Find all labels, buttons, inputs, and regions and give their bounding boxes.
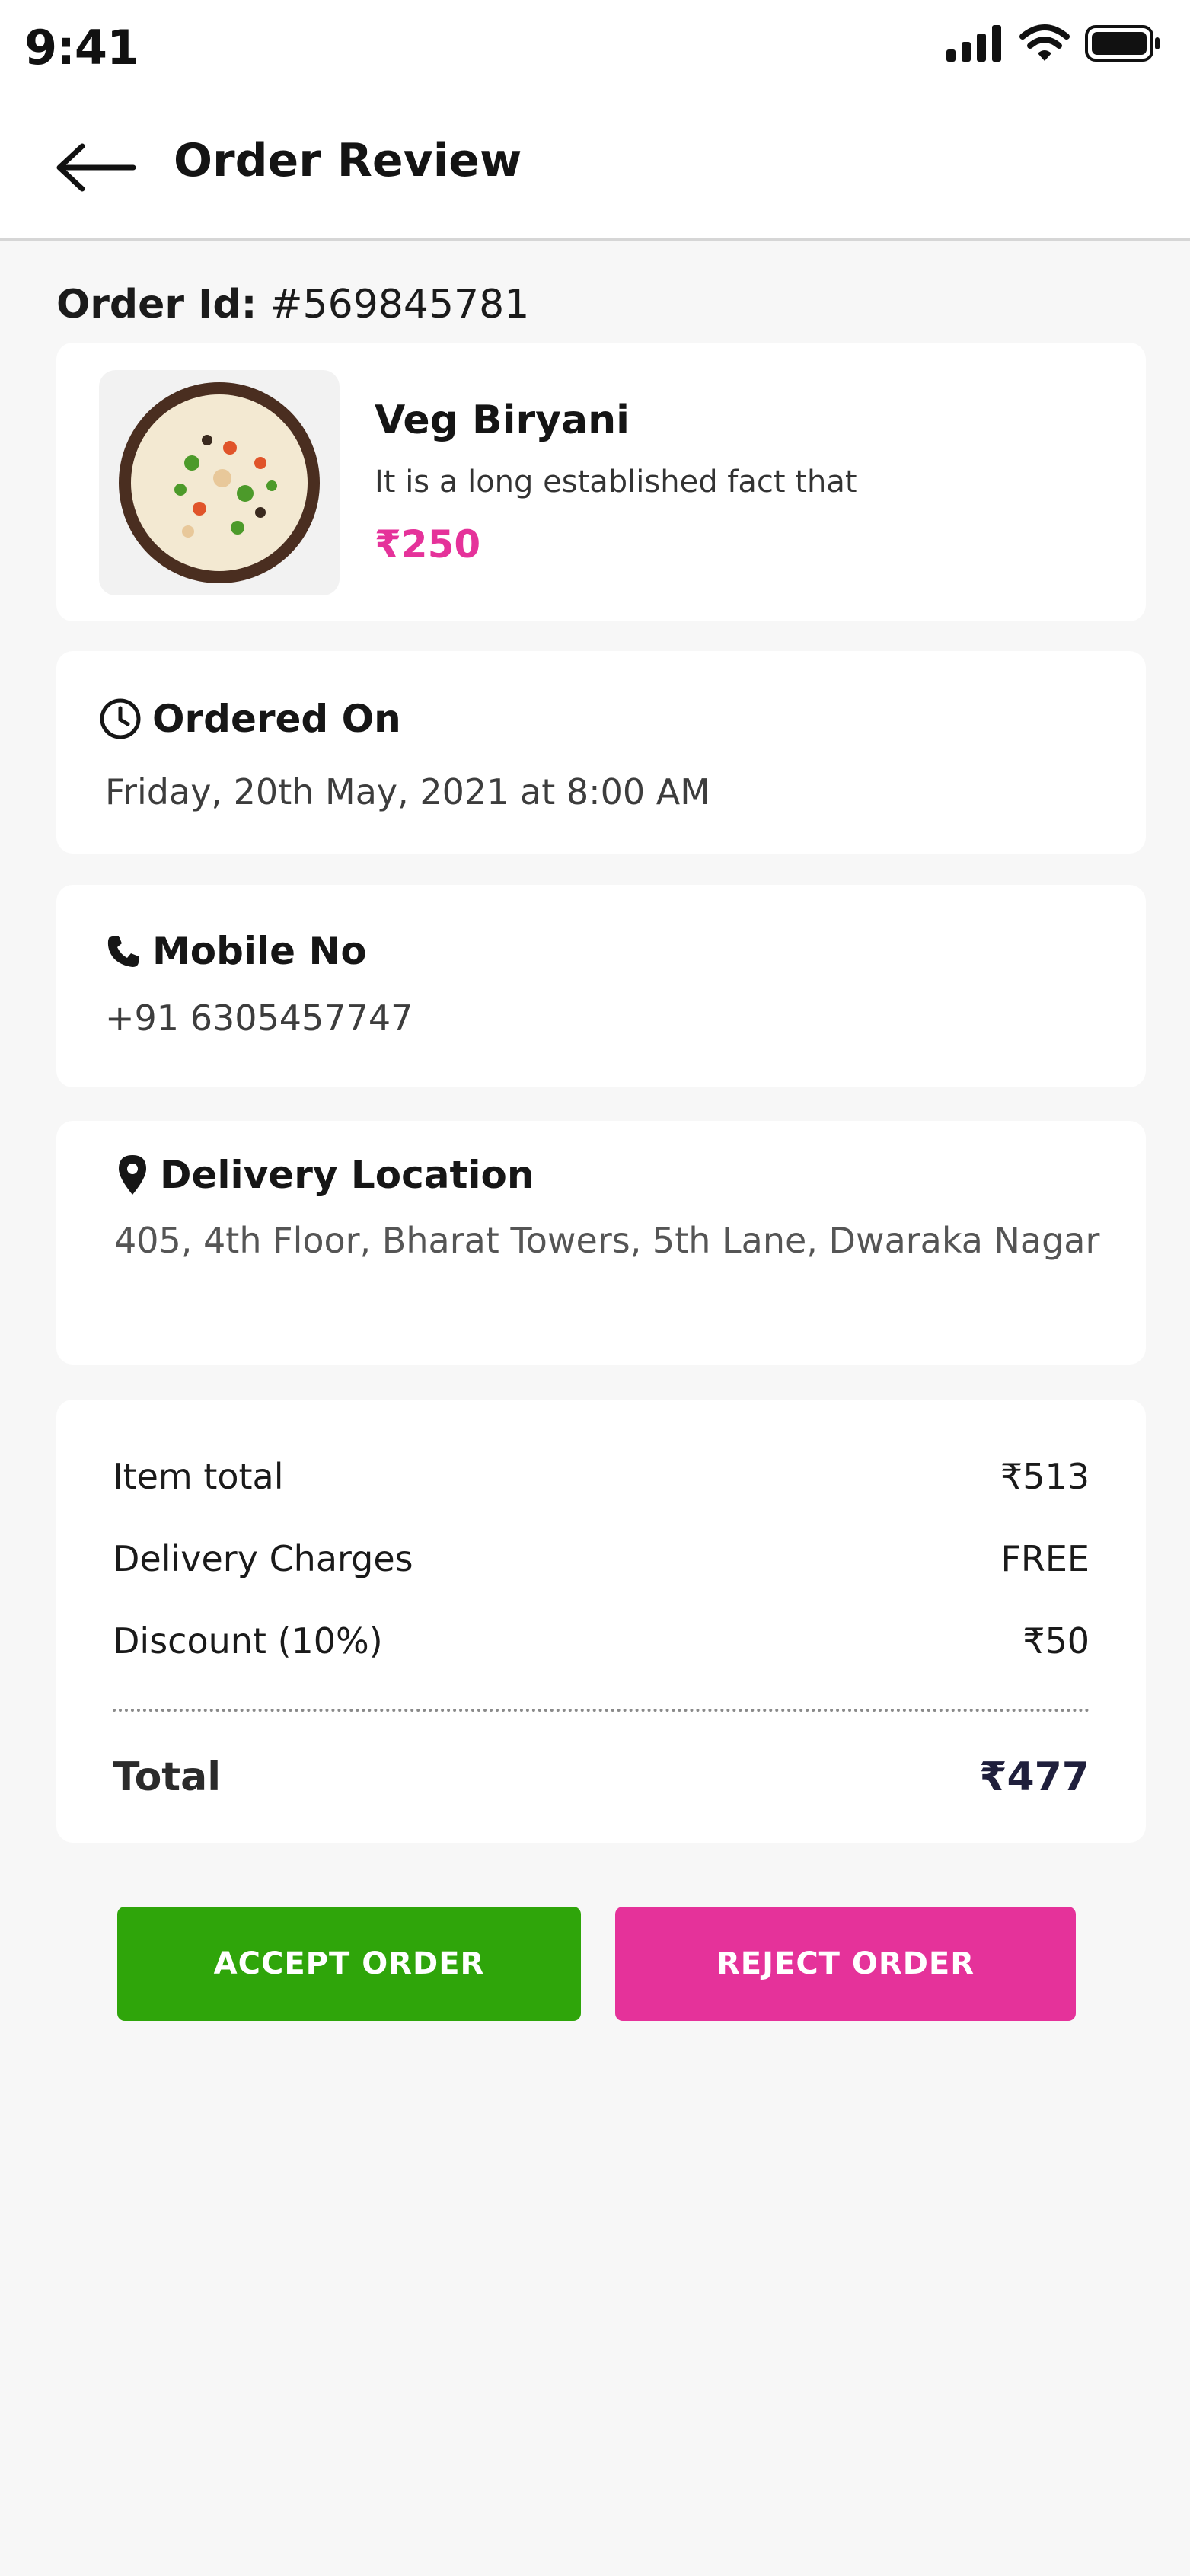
order-item-card: Veg Biryani It is a long established fac… xyxy=(56,343,1146,621)
mobile-heading: Mobile No xyxy=(105,929,367,973)
mobile-label: Mobile No xyxy=(152,929,367,973)
biryani-image xyxy=(119,382,320,583)
bill-row-label: Discount (10%) xyxy=(113,1620,383,1661)
signal-icon xyxy=(946,25,1001,62)
delivery-address: 405, 4th Floor, Bharat Towers, 5th Lane,… xyxy=(114,1220,1100,1261)
clock-icon xyxy=(100,698,141,739)
bill-row-item-total: Item total ₹513 xyxy=(113,1456,1090,1497)
bill-summary-card: Item total ₹513 Delivery Charges FREE Di… xyxy=(56,1400,1146,1843)
app-header: Order Review xyxy=(0,101,1190,241)
location-pin-icon xyxy=(119,1155,146,1195)
back-button[interactable] xyxy=(53,137,141,198)
total-value: ₹477 xyxy=(979,1754,1090,1800)
reject-order-button[interactable]: REJECT ORDER xyxy=(615,1907,1076,2021)
ordered-on-card: Ordered On Friday, 20th May, 2021 at 8:0… xyxy=(56,651,1146,854)
delivery-location-card: Delivery Location 405, 4th Floor, Bharat… xyxy=(56,1121,1146,1365)
bill-row-label: Delivery Charges xyxy=(113,1538,413,1579)
status-bar: 9:41 xyxy=(0,0,1190,101)
ordered-on-heading: Ordered On xyxy=(99,697,401,741)
bill-total-row: Total ₹477 xyxy=(113,1754,1090,1800)
ordered-on-value: Friday, 20th May, 2021 at 8:00 AM xyxy=(105,771,710,812)
item-name: Veg Biryani xyxy=(375,397,630,443)
delivery-heading: Delivery Location xyxy=(116,1153,534,1197)
bill-row-delivery: Delivery Charges FREE xyxy=(113,1538,1090,1579)
item-price: ₹250 xyxy=(375,522,481,567)
arrow-left-icon xyxy=(56,143,136,192)
bill-row-value: ₹50 xyxy=(1023,1620,1090,1661)
bill-row-label: Item total xyxy=(113,1456,284,1497)
total-label: Total xyxy=(113,1754,222,1800)
ordered-on-label: Ordered On xyxy=(152,697,401,741)
mobile-card: Mobile No +91 6305457747 xyxy=(56,885,1146,1087)
order-id: Order Id: #569845781 xyxy=(56,282,529,327)
bill-row-value: ₹513 xyxy=(1000,1456,1090,1497)
order-id-label: Order Id: xyxy=(56,282,257,327)
status-time: 9:41 xyxy=(24,20,139,75)
order-id-value: #569845781 xyxy=(269,282,530,327)
mobile-value: +91 6305457747 xyxy=(105,998,413,1039)
battery-icon xyxy=(1085,25,1160,62)
bill-row-value: FREE xyxy=(1000,1538,1090,1579)
food-image xyxy=(99,370,340,595)
status-icons xyxy=(946,24,1161,62)
accept-order-button[interactable]: ACCEPT ORDER xyxy=(117,1907,581,2021)
item-description: It is a long established fact that xyxy=(375,464,857,500)
delivery-label: Delivery Location xyxy=(160,1153,534,1197)
page-title: Order Review xyxy=(174,134,522,187)
phone-icon xyxy=(107,936,139,967)
wifi-icon xyxy=(1019,24,1070,61)
bill-divider xyxy=(113,1709,1090,1712)
bill-row-discount: Discount (10%) ₹50 xyxy=(113,1620,1090,1661)
